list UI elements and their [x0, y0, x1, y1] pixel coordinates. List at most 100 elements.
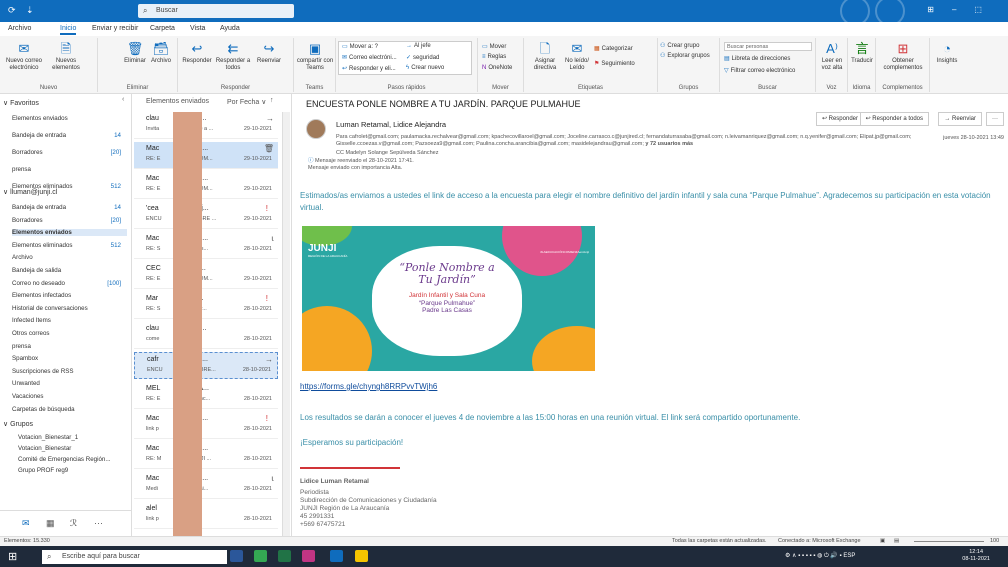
app-icon[interactable]: [302, 550, 315, 562]
unread-read-button[interactable]: ✉ No leído/ Leído: [562, 42, 592, 72]
sender-avatar[interactable]: [306, 119, 326, 139]
delete-icon[interactable]: 🗑: [264, 144, 274, 153]
share-teams-button[interactable]: ▣ compartir con Teams: [296, 42, 334, 72]
window-controls[interactable]: ⊞–⬚: [927, 5, 1000, 14]
reply-button[interactable]: ↩ Responder: [180, 42, 214, 65]
archive-button[interactable]: 🗃 Archivo: [148, 42, 174, 65]
sort-dropdown[interactable]: Por Fecha ∨: [227, 98, 266, 106]
message-item[interactable]: Mar- Gó...RE: Stener...28-10-2021!: [134, 292, 278, 319]
system-tray[interactable]: ⚙ ∧ ▪ ▪ ▪ ▪ ▪ ◍ ⏻ 🔊 ▪ ESP: [785, 552, 855, 560]
view-normal-icon[interactable]: ▣: [880, 538, 885, 544]
mail-folder[interactable]: Archivo: [12, 254, 127, 261]
message-item[interactable]: cafr.com;...ENCUOMBRE...28-10-2021→: [134, 352, 278, 379]
taskbar-search[interactable]: ⌕ Escribe aquí para buscar: [42, 550, 227, 564]
mail-folder[interactable]: Otros correos: [12, 330, 127, 337]
mail-folder[interactable]: Infected Items: [12, 317, 127, 324]
cc-recipient[interactable]: Madelyn Solange Sepúlveda Sánchez: [345, 150, 438, 156]
browse-groups-button[interactable]: ⚇ Explorar grupos: [660, 52, 710, 59]
message-item[interactable]: Macge Se...RE: EE NOM...29-10-2021: [134, 172, 278, 199]
message-item[interactable]: clau..a@j...Invitambre a ...29-10-2021→: [134, 112, 278, 139]
excel-app-icon[interactable]: [278, 550, 291, 562]
new-items-button[interactable]: 🗎 Nuevos elementos: [48, 42, 84, 72]
mail-folder[interactable]: Vacaciones: [12, 393, 127, 400]
group-folder[interactable]: Comité de Emergencias Región...: [18, 456, 133, 463]
move-button[interactable]: ▭ Mover: [482, 43, 506, 50]
chrome-app-icon[interactable]: [254, 550, 267, 562]
translate-button[interactable]: ⾔ Traducir: [849, 42, 875, 65]
clock[interactable]: 12:14 08-11-2021: [962, 549, 990, 563]
rules-button[interactable]: ≡ Reglas: [482, 54, 506, 60]
quick-step-responder[interactable]: ↩ Responder y eli...: [342, 65, 396, 72]
outlook-app-icon[interactable]: [330, 550, 343, 562]
mail-folder[interactable]: Elementos enviados: [12, 229, 127, 237]
delete-button[interactable]: 🗑 Eliminar: [122, 42, 148, 65]
message-item[interactable]: CECENA ...RE: EE NOM...29-10-2021: [134, 262, 278, 289]
message-item[interactable]: 'ceaujci.c'j...ENCUOMBRE ...29-10-2021!: [134, 202, 278, 229]
mail-folder[interactable]: Suscripciones de RSS: [12, 368, 127, 375]
mail-folder[interactable]: Carpetas de búsqueda: [12, 406, 127, 413]
sort-direction-icon[interactable]: ↑: [270, 97, 274, 104]
group-folder[interactable]: Votacion_Bienestar: [18, 445, 133, 452]
windows-start-icon[interactable]: ⊞: [8, 550, 17, 563]
more-recipients-link[interactable]: y 72 usuarios más: [645, 141, 693, 147]
collapse-pane-icon[interactable]: ‹: [122, 96, 124, 103]
favorite-folder[interactable]: Bandeja de entrada 14: [12, 132, 127, 139]
message-item[interactable]: alel link p 28-10-2021: [134, 502, 278, 529]
groups-header[interactable]: ∨ Grupos: [3, 420, 33, 428]
message-list-scrollbar[interactable]: [282, 112, 290, 536]
explorer-app-icon[interactable]: [355, 550, 368, 562]
mail-nav-icon[interactable]: ✉: [22, 518, 30, 529]
tab-ayuda[interactable]: Ayuda: [220, 25, 240, 32]
message-item[interactable]: Macge Se...RE: EE NOM...29-10-2021🗑: [134, 142, 278, 169]
favorite-folder[interactable]: Elementos enviados: [12, 115, 127, 122]
reply-all-button[interactable]: ⇇ Responder a todos: [214, 42, 252, 72]
reply-action-button[interactable]: ↩ Responder: [815, 112, 864, 126]
quick-step-crear[interactable]: ϟ Crear nuevo: [406, 65, 444, 71]
tab-inicio[interactable]: Inicio: [60, 25, 77, 35]
word-app-icon[interactable]: [230, 550, 243, 562]
followup-button[interactable]: ⚑ Seguimiento: [594, 60, 635, 67]
view-reading-icon[interactable]: ▤: [894, 538, 899, 544]
create-group-button[interactable]: ⚇ Crear grupo: [660, 42, 699, 49]
sender-name[interactable]: Luman Retamal, Lidice Alejandra: [336, 120, 446, 129]
qat-dropdown-icon[interactable]: ⇣: [26, 5, 34, 16]
message-item[interactable]: Macge Se...RE: MJUNJI ...28-10-2021: [134, 442, 278, 469]
message-item[interactable]: clau..a@j...comeao28-10-2021: [134, 322, 278, 349]
sync-icon[interactable]: ⟳: [8, 5, 16, 16]
forward-action-button[interactable]: → Reenviar: [938, 112, 982, 126]
mail-folder[interactable]: Elementos infectados: [12, 292, 127, 299]
quick-step-mover[interactable]: ▭ Mover a: ?: [342, 43, 378, 50]
new-email-button[interactable]: ✉ Nuevo correo electrónico: [4, 42, 44, 72]
mail-folder[interactable]: Bandeja de entrada 14: [12, 204, 127, 211]
read-aloud-button[interactable]: A⁾ Leer en voz alta: [817, 42, 847, 72]
message-item[interactable]: MELRZUA...RE: E- Func...28-10-2021: [134, 382, 278, 409]
recipients-list[interactable]: cafrolet@gmail.com; paulamacka.rechalvea…: [336, 134, 911, 147]
mail-folder[interactable]: Unwanted: [12, 380, 127, 387]
message-item[interactable]: Macge Se...Mediin Pai...28-10-2021⍳: [134, 472, 278, 499]
favorites-header[interactable]: ∨ Favoritos: [3, 99, 39, 107]
message-item[interactable]: Macge Se...link p28-10-2021!: [134, 412, 278, 439]
people-search-input[interactable]: Buscar personas: [724, 42, 812, 51]
tab-carpeta[interactable]: Carpeta: [150, 25, 175, 32]
mail-folder[interactable]: Elementos eliminados 512: [12, 242, 127, 249]
people-nav-icon[interactable]: ℛ: [70, 518, 77, 529]
quick-step-seguridad[interactable]: ✓ seguridad: [406, 54, 439, 61]
tab-archivo[interactable]: Archivo: [8, 25, 31, 32]
search-input[interactable]: ⌕ Buscar: [138, 4, 294, 18]
favorite-folder[interactable]: prensa: [12, 166, 127, 173]
account-header[interactable]: ∨ lluman@junji.cl: [3, 188, 57, 196]
group-folder[interactable]: Votacion_Bienestar_1: [18, 434, 133, 441]
address-book-button[interactable]: ▤ Libreta de direcciones: [724, 55, 790, 62]
mail-folder[interactable]: Bandeja de salida: [12, 267, 127, 274]
zoom-slider[interactable]: [914, 541, 984, 542]
mail-folder[interactable]: Spambox: [12, 355, 127, 362]
assign-policy-button[interactable]: 🗋 Asignar directiva: [530, 42, 560, 72]
mail-folder[interactable]: Correo no deseado [100]: [12, 280, 127, 287]
onenote-button[interactable]: N OneNote: [482, 65, 512, 71]
quick-step-jefe[interactable]: → Al jefe: [406, 43, 431, 49]
more-actions-button[interactable]: ···: [986, 112, 1004, 126]
tab-vista[interactable]: Vista: [190, 25, 205, 32]
favorite-folder[interactable]: Borradores [20]: [12, 149, 127, 156]
calendar-nav-icon[interactable]: ▦: [46, 518, 55, 529]
more-nav-icon[interactable]: ···: [94, 518, 103, 528]
